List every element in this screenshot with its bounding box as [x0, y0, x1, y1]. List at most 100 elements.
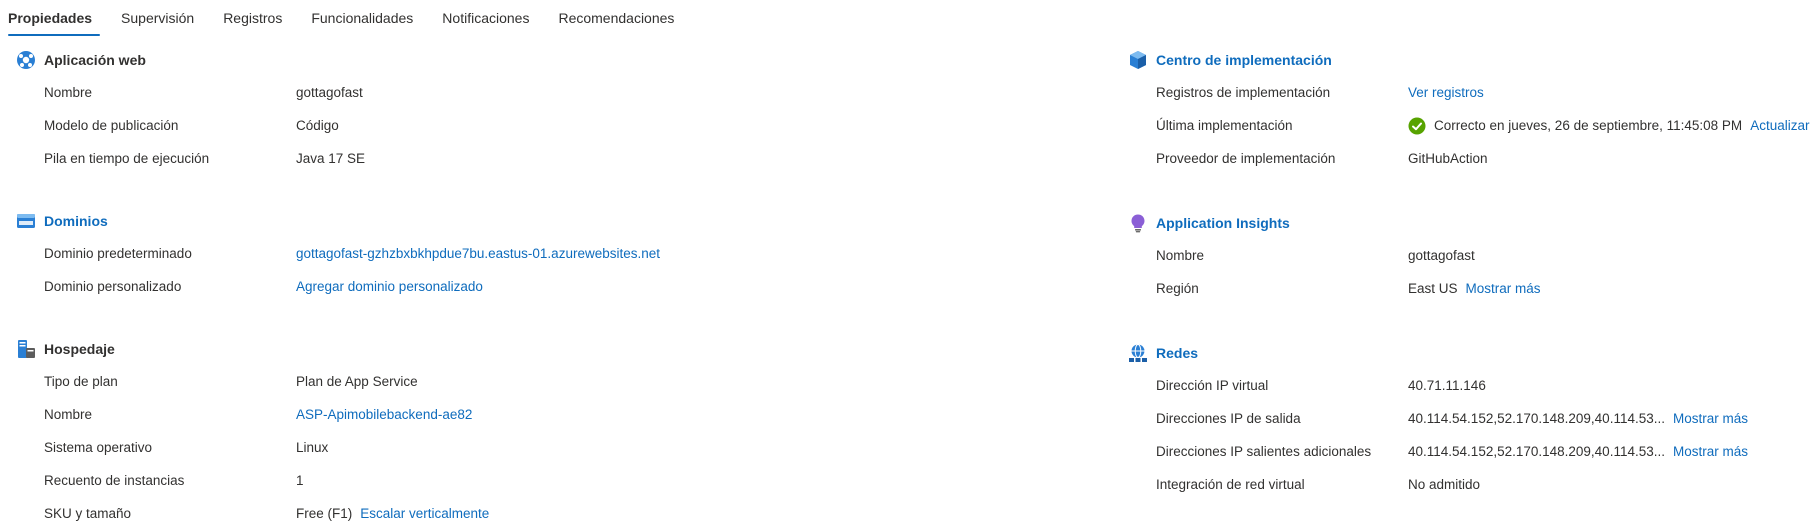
property-label: Integración de red virtual: [1156, 477, 1305, 492]
section-title-deployment-center[interactable]: Centro de implementación: [1156, 52, 1332, 68]
property-value: Free (F1) Escalar verticalmente: [296, 506, 489, 521]
section-header: Redes: [1128, 337, 1808, 369]
property-row: Dirección IP virtual 40.71.11.146: [1128, 369, 1808, 402]
property-row: Direcciones IP de salida 40.114.54.152,5…: [1128, 402, 1808, 435]
default-domain-link[interactable]: gottagofast-gzhzbxbkhpdue7bu.eastus-01.a…: [296, 246, 660, 261]
property-value: 40.114.54.152,52.170.148.209,40.114.53..…: [1408, 444, 1748, 459]
property-row: Dominio predeterminado gottagofast-gzhzb…: [16, 237, 1076, 270]
section-header: Centro de implementación: [1128, 44, 1808, 76]
property-row: Pila en tiempo de ejecución Java 17 SE: [16, 142, 1076, 175]
property-value: 40.71.11.146: [1408, 378, 1486, 393]
property-label: Nombre: [1156, 248, 1205, 263]
property-row: Sistema operativo Linux: [16, 431, 1076, 464]
property-value: GitHubAction: [1408, 151, 1488, 166]
tab-supervision[interactable]: Supervisión: [113, 0, 202, 36]
property-value: Java 17 SE: [296, 151, 366, 166]
property-value: Correcto en jueves, 26 de septiembre, 11…: [1408, 117, 1809, 135]
property-value: East US Mostrar más: [1408, 281, 1541, 296]
show-more-link[interactable]: Mostrar más: [1466, 281, 1541, 296]
section-title-networking[interactable]: Redes: [1156, 345, 1198, 361]
hosting-icon: [16, 339, 36, 359]
section-application-insights: Application Insights Nombre gottagofast …: [1128, 207, 1808, 305]
scale-up-link[interactable]: Escalar verticalmente: [360, 506, 489, 521]
property-row: SKU y tamaño Free (F1) Escalar verticalm…: [16, 497, 1076, 530]
property-value: Linux: [296, 440, 329, 455]
domains-icon: [16, 211, 36, 231]
tab-notificaciones[interactable]: Notificaciones: [434, 0, 537, 36]
region-value: East US: [1408, 281, 1458, 296]
property-label: Tipo de plan: [44, 374, 118, 389]
property-row: Tipo de plan Plan de App Service: [16, 365, 1076, 398]
section-title-web-app: Aplicación web: [44, 52, 146, 68]
section-web-app: Aplicación web Nombre gottagofast Modelo…: [16, 44, 1076, 175]
property-label: Última implementación: [1156, 118, 1293, 133]
property-label: Dirección IP virtual: [1156, 378, 1269, 393]
property-value: No admitido: [1408, 477, 1481, 492]
property-label: Dominio personalizado: [44, 279, 182, 294]
view-logs-link[interactable]: Ver registros: [1408, 85, 1484, 100]
tab-registros[interactable]: Registros: [215, 0, 290, 36]
property-row: Última implementación Correcto en jueves…: [1128, 109, 1809, 142]
property-label: Proveedor de implementación: [1156, 151, 1336, 166]
property-label: Registros de implementación: [1156, 85, 1331, 100]
property-label: Nombre: [44, 407, 93, 422]
property-row: Integración de red virtual No admitido: [1128, 468, 1808, 501]
section-header: Aplicación web: [16, 44, 1076, 76]
property-value: 40.114.54.152,52.170.148.209,40.114.53..…: [1408, 411, 1748, 426]
property-row: Nombre gottagofast: [1128, 239, 1808, 272]
property-row: Registros de implementación Ver registro…: [1128, 76, 1808, 109]
application-insights-icon: [1128, 213, 1148, 233]
show-more-link[interactable]: Mostrar más: [1673, 411, 1748, 426]
property-value: Plan de App Service: [296, 374, 418, 389]
web-app-icon: [16, 50, 36, 70]
property-label: Direcciones IP salientes adicionales: [1156, 444, 1372, 459]
outbound-ips-value: 40.114.54.152,52.170.148.209,40.114.53..…: [1408, 411, 1665, 426]
section-networking: Redes Dirección IP virtual 40.71.11.146 …: [1128, 337, 1808, 501]
section-domains: Dominios Dominio predeterminado gottagof…: [16, 205, 1076, 303]
property-row: Nombre gottagofast: [16, 76, 1076, 109]
tab-recomendaciones[interactable]: Recomendaciones: [550, 0, 682, 36]
property-label: Modelo de publicación: [44, 118, 179, 133]
tab-propiedades[interactable]: Propiedades: [0, 0, 101, 36]
property-row: Región East US Mostrar más: [1128, 272, 1808, 305]
property-value: Código: [296, 118, 339, 133]
app-service-plan-link[interactable]: ASP-Apimobilebackend-ae82: [296, 407, 472, 422]
property-label: Dominio predeterminado: [44, 246, 192, 261]
property-label: Región: [1156, 281, 1199, 296]
section-header: Application Insights: [1128, 207, 1808, 239]
property-label: Recuento de instancias: [44, 473, 185, 488]
property-row: Modelo de publicación Código: [16, 109, 1076, 142]
property-label: SKU y tamaño: [44, 506, 132, 521]
section-header: Hospedaje: [16, 333, 1076, 365]
additional-outbound-ips-value: 40.114.54.152,52.170.148.209,40.114.53..…: [1408, 444, 1665, 459]
property-label: Sistema operativo: [44, 440, 153, 455]
sku-value: Free (F1): [296, 506, 353, 521]
tab-funcionalidades[interactable]: Funcionalidades: [303, 0, 421, 36]
property-value: gottagofast: [1408, 248, 1475, 263]
property-row: Nombre ASP-Apimobilebackend-ae82: [16, 398, 1076, 431]
tab-bar: Propiedades Supervisión Registros Funcio…: [0, 0, 695, 36]
properties-left-column: Aplicación web Nombre gottagofast Modelo…: [16, 44, 1076, 530]
section-title-domains[interactable]: Dominios: [44, 213, 108, 229]
last-deployment-status: Correcto en jueves, 26 de septiembre, 11…: [1434, 118, 1743, 133]
add-custom-domain-link[interactable]: Agregar dominio personalizado: [296, 279, 483, 294]
section-title-application-insights[interactable]: Application Insights: [1156, 215, 1290, 231]
property-label: Pila en tiempo de ejecución: [44, 151, 210, 166]
property-label: Nombre: [44, 85, 93, 100]
property-row: Recuento de instancias 1: [16, 464, 1076, 497]
show-more-link[interactable]: Mostrar más: [1673, 444, 1748, 459]
property-label: Direcciones IP de salida: [1156, 411, 1301, 426]
networking-icon: [1128, 343, 1148, 363]
property-row: Proveedor de implementación GitHubAction: [1128, 142, 1808, 175]
property-value: 1: [296, 473, 304, 488]
property-row: Dominio personalizado Agregar dominio pe…: [16, 270, 1076, 303]
refresh-link[interactable]: Actualizar: [1750, 118, 1809, 133]
section-deployment-center: Centro de implementación Registros de im…: [1128, 44, 1809, 175]
property-value: gottagofast: [296, 85, 363, 100]
success-check-icon: [1408, 117, 1426, 135]
deployment-center-icon: [1128, 50, 1148, 70]
section-header: Dominios: [16, 205, 1076, 237]
property-row: Direcciones IP salientes adicionales 40.…: [1128, 435, 1808, 468]
section-hosting: Hospedaje Tipo de plan Plan de App Servi…: [16, 333, 1076, 530]
section-title-hosting: Hospedaje: [44, 341, 115, 357]
